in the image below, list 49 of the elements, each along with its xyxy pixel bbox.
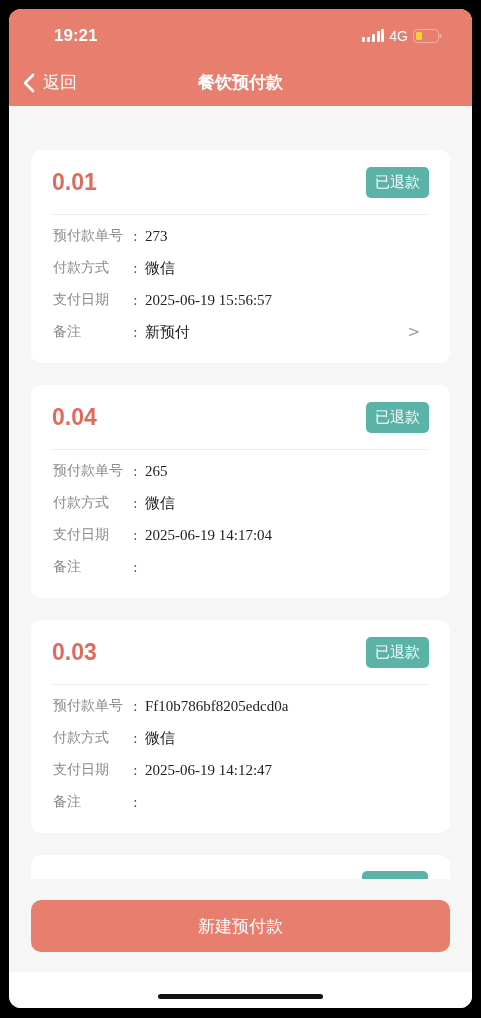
field-label: 预付款单号: [53, 462, 124, 480]
field-label: 支付日期: [53, 291, 110, 309]
colon-text: :: [133, 794, 139, 810]
colon-text: :: [133, 324, 139, 340]
network-label: 4G: [389, 28, 408, 44]
field-label: 支付日期: [53, 761, 110, 779]
field-value: 2025-06-19 14:17:04: [145, 526, 274, 544]
field-value: 273: [145, 227, 169, 245]
status-badge: 已退款: [366, 636, 429, 668]
field-label: 支付日期: [53, 526, 110, 544]
field-value: 微信: [145, 493, 176, 513]
colon-text: :: [133, 292, 139, 308]
payment-card[interactable]: 0.01 已退款 预付款单号 : 273 付款方式 : 微信 支付日期 : 2025-06-19 15:56:57 备注 : 新预付 >: [31, 150, 450, 363]
field-value: 265: [145, 462, 169, 480]
amount-text: 0.03: [52, 638, 97, 666]
colon-text: :: [133, 527, 139, 543]
back-chevron-icon: [23, 72, 35, 93]
amount-text: 0.04: [52, 403, 97, 431]
amount-text: 0.01: [52, 168, 97, 196]
field-label: 付款方式: [53, 494, 110, 512]
field-value: 2025-06-19 15:56:57: [145, 291, 274, 309]
colon-text: :: [133, 559, 139, 575]
page-title: 餐饮预付款: [198, 71, 283, 94]
field-label: 备注: [53, 323, 82, 341]
field-label: 付款方式: [53, 729, 110, 747]
colon-text: :: [133, 495, 139, 511]
colon-text: :: [133, 463, 139, 479]
colon-text: :: [133, 228, 139, 244]
colon-text: :: [133, 762, 139, 778]
field-label: 预付款单号: [53, 697, 124, 715]
status-badge: 已退款: [366, 401, 429, 433]
field-value: 2025-06-19 14:12:47: [145, 761, 274, 779]
field-label: 预付款单号: [53, 227, 124, 245]
payment-card[interactable]: 0.03 已退款 预付款单号 : Ff10b786bf8205edcd0a 付款方式 : 微信 支付日期 : 2025-06-19 14:12:47 备注 :: [31, 620, 450, 833]
field-label: 备注: [53, 558, 82, 576]
payment-card[interactable]: 0.04 已退款 预付款单号 : 265 付款方式 : 微信 支付日期 : 2025-06-19 14:17:04 备注 :: [31, 385, 450, 598]
field-label: 付款方式: [53, 259, 110, 277]
field-label: 备注: [53, 793, 82, 811]
field-value: Ff10b786bf8205edcd0a: [145, 697, 290, 715]
colon-text: :: [133, 260, 139, 276]
colon-text: :: [133, 698, 139, 714]
signal-icon: [362, 29, 385, 43]
field-value: 微信: [145, 258, 176, 278]
field-value: 微信: [145, 728, 176, 748]
colon-text: :: [133, 730, 139, 746]
status-badge: 已退款: [366, 166, 429, 198]
status-time: 19:21: [54, 26, 98, 46]
battery-icon: [413, 29, 442, 43]
field-value: 新预付: [145, 322, 191, 342]
